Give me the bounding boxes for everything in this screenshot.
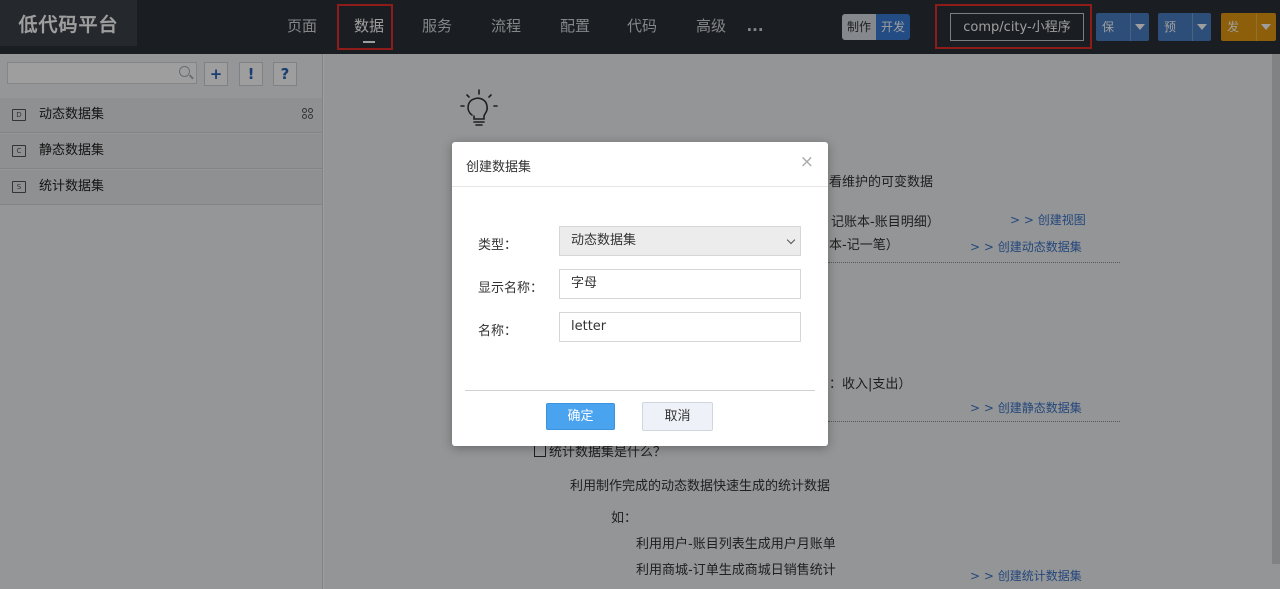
type-select[interactable]: 动态数据集 xyxy=(559,226,801,256)
cancel-button[interactable]: 取消 xyxy=(642,402,713,431)
name-input[interactable]: letter xyxy=(559,312,801,342)
dialog-divider xyxy=(452,186,828,187)
type-select-value: 动态数据集 xyxy=(571,233,637,248)
dialog-title: 创建数据集 xyxy=(466,160,532,175)
type-label: 类型： xyxy=(478,238,518,253)
display-name-input[interactable]: 字母 xyxy=(559,269,801,299)
close-icon[interactable]: × xyxy=(800,152,814,172)
confirm-button[interactable]: 确定 xyxy=(546,403,615,430)
name-label: 名称： xyxy=(478,324,518,339)
create-dataset-dialog: 创建数据集 × 类型： 动态数据集 显示名称： 字母 名称： letter 确定… xyxy=(452,142,828,446)
chevron-down-icon xyxy=(786,235,796,245)
display-name-label: 显示名称： xyxy=(478,281,544,296)
dialog-footer-divider xyxy=(465,390,815,391)
